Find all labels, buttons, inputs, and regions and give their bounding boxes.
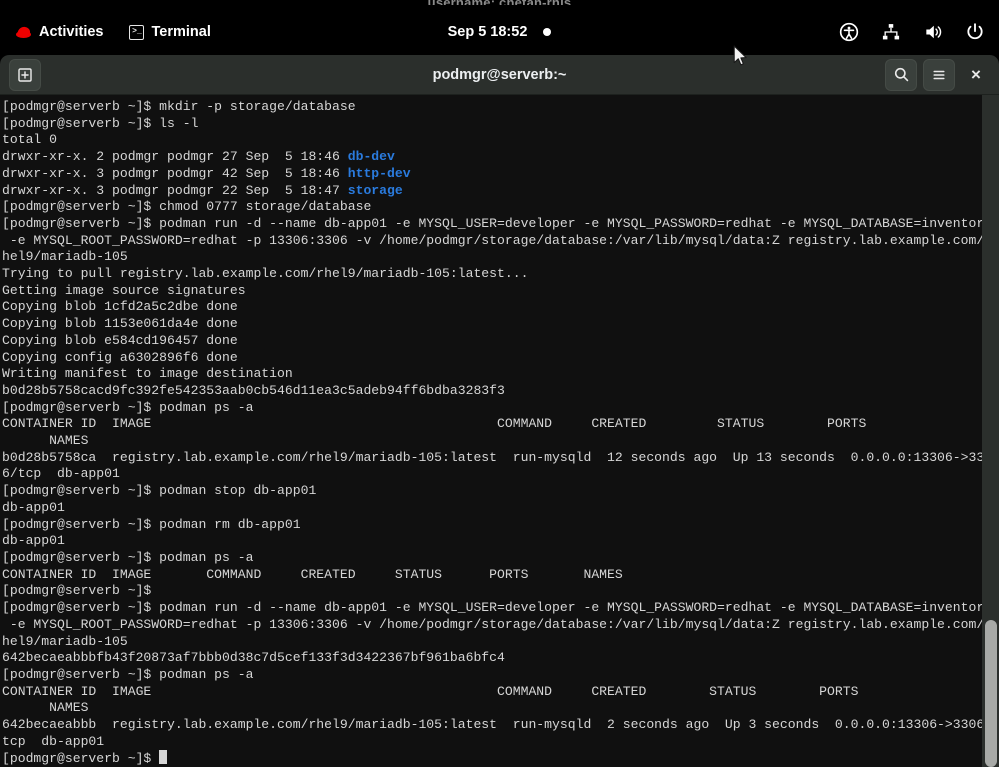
text-cursor [159, 750, 167, 764]
new-tab-button[interactable] [9, 59, 41, 91]
terminal-line: Copying blob 1153e061da4e done [2, 316, 238, 331]
terminal-line: tcp db-app01 [2, 734, 104, 749]
window-title: podmgr@serverb:~ [0, 67, 999, 83]
terminal-line: hel9/mariadb-105 [2, 634, 128, 649]
terminal-line: [podmgr@serverb ~]$ podman ps -a [2, 667, 253, 682]
gnome-top-bar: Activities >_ Terminal Sep 5 18:52 [0, 9, 999, 55]
search-button[interactable] [885, 59, 917, 91]
terminal-line: Copying blob e584cd196457 done [2, 333, 238, 348]
terminal-line: drwxr-xr-x. 3 podmgr podmgr 42 Sep 5 18:… [2, 166, 411, 181]
terminal-line: [podmgr@serverb ~]$ podman run -d --name… [2, 216, 992, 231]
terminal-line: [podmgr@serverb ~]$ [2, 751, 167, 766]
terminal-line: NAMES [2, 433, 88, 448]
volume-icon[interactable] [923, 22, 943, 42]
terminal-line: 642becaeabbbfb43f20873af7bbb0d38c7d5cef1… [2, 650, 505, 665]
close-window-button[interactable]: × [961, 60, 991, 90]
terminal-line: [podmgr@serverb ~]$ podman ps -a [2, 400, 253, 415]
terminal-line: drwxr-xr-x. 3 podmgr podmgr 22 Sep 5 18:… [2, 183, 403, 198]
terminal-line: -e MYSQL_ROOT_PASSWORD=redhat -p 13306:3… [2, 617, 992, 632]
app-menu-label: Terminal [151, 24, 210, 40]
activities-button[interactable]: Activities [15, 24, 103, 40]
terminal-line: total 0 [2, 132, 57, 147]
terminal-line: [podmgr@serverb ~]$ podman ps -a [2, 550, 253, 565]
terminal-line: [podmgr@serverb ~]$ chmod 0777 storage/d… [2, 199, 371, 214]
overscan-caption: username: chetan-rhls [0, 0, 999, 5]
terminal-line: 6/tcp db-app01 [2, 466, 120, 481]
terminal-line: Copying config a6302896f6 done [2, 350, 238, 365]
terminal-line: CONTAINER ID IMAGE COMMAND CREATED STATU… [2, 416, 866, 431]
terminal-line: db-app01 [2, 500, 65, 515]
window-titlebar: podmgr@serverb:~ × [0, 55, 999, 95]
terminal-icon: >_ [129, 25, 144, 40]
terminal-line: [podmgr@serverb ~]$ ls -l [2, 116, 198, 131]
terminal-line: b0d28b5758ca registry.lab.example.com/rh… [2, 450, 992, 465]
clock-area[interactable]: Sep 5 18:52 [380, 24, 620, 40]
terminal-line: [podmgr@serverb ~]$ podman stop db-app01 [2, 483, 316, 498]
terminal-line: hel9/mariadb-105 [2, 249, 128, 264]
scrollbar-thumb[interactable] [985, 620, 997, 767]
directory-name: http-dev [348, 166, 411, 181]
directory-name: db-dev [348, 149, 395, 164]
screen: username: chetan-rhls Activities >_ Term… [0, 0, 999, 767]
hamburger-menu-button[interactable] [923, 59, 955, 91]
terminal-line: drwxr-xr-x. 2 podmgr podmgr 27 Sep 5 18:… [2, 149, 395, 164]
terminal-line: Getting image source signatures [2, 283, 246, 298]
app-menu-terminal[interactable]: >_ Terminal [129, 24, 210, 40]
clock-label: Sep 5 18:52 [448, 24, 528, 40]
system-status-area[interactable] [839, 9, 985, 55]
terminal-line: Writing manifest to image destination [2, 366, 293, 381]
terminal-line: [podmgr@serverb ~]$ [2, 583, 151, 598]
directory-name: storage [348, 183, 403, 198]
terminal-output-area[interactable]: [podmgr@serverb ~]$ mkdir -p storage/dat… [0, 95, 999, 767]
terminal-line: db-app01 [2, 533, 65, 548]
terminal-line: [podmgr@serverb ~]$ podman rm db-app01 [2, 517, 301, 532]
terminal-line: Copying blob 1cfd2a5c2dbe done [2, 299, 238, 314]
titlebar-actions: × [885, 59, 991, 91]
terminal-text: [podmgr@serverb ~]$ mkdir -p storage/dat… [0, 95, 999, 767]
notification-indicator-icon [543, 28, 551, 36]
terminal-line: b0d28b5758cacd9fc392fe542353aab0cb546d11… [2, 383, 505, 398]
terminal-line: [podmgr@serverb ~]$ mkdir -p storage/dat… [2, 99, 356, 114]
terminal-line: Trying to pull registry.lab.example.com/… [2, 266, 528, 281]
terminal-window: podmgr@serverb:~ × [podmgr@serverb ~]$ m… [0, 55, 999, 767]
terminal-line: -e MYSQL_ROOT_PASSWORD=redhat -p 13306:3… [2, 233, 992, 248]
terminal-line: [podmgr@serverb ~]$ podman run -d --name… [2, 600, 992, 615]
activities-label: Activities [39, 24, 103, 40]
network-wired-icon[interactable] [881, 22, 901, 42]
power-icon[interactable] [965, 22, 985, 42]
accessibility-icon[interactable] [839, 22, 859, 42]
terminal-line: CONTAINER ID IMAGE COMMAND CREATED STATU… [2, 684, 858, 699]
terminal-line: NAMES [2, 700, 88, 715]
redhat-logo-icon [15, 26, 32, 39]
terminal-line: CONTAINER ID IMAGE COMMAND CREATED STATU… [2, 567, 623, 582]
terminal-line: 642becaeabbb registry.lab.example.com/rh… [2, 717, 992, 732]
top-bar-left: Activities >_ Terminal [0, 24, 211, 40]
terminal-scrollbar[interactable] [982, 95, 999, 767]
